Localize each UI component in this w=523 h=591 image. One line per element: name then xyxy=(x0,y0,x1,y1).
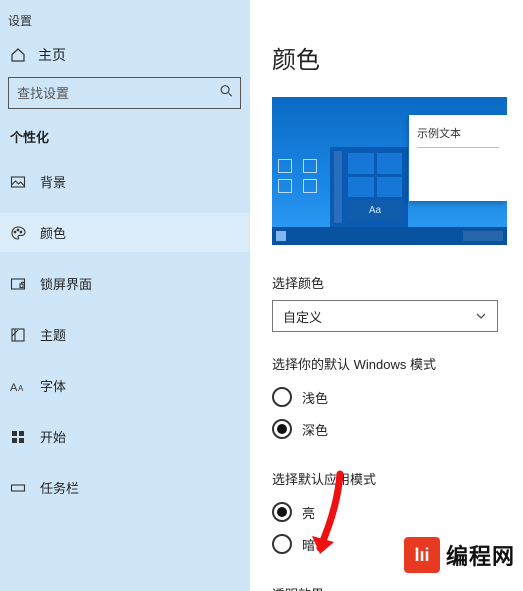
sidebar-item-label: 开始 xyxy=(40,427,66,446)
sidebar-item-label: 任务栏 xyxy=(40,478,79,497)
page-title: 颜色 xyxy=(272,40,523,75)
color-select[interactable]: 自定义 xyxy=(272,300,498,332)
watermark-text: 编程网 xyxy=(446,539,515,571)
sidebar-item-palette[interactable]: 颜色 xyxy=(0,213,249,252)
sidebar-item-label: 主题 xyxy=(40,325,66,344)
sidebar-item-label: 颜色 xyxy=(40,223,66,242)
home-icon xyxy=(10,47,26,63)
sidebar-item-taskbar[interactable]: 任务栏 xyxy=(0,468,249,507)
sidebar-item-theme[interactable]: 主题 xyxy=(0,315,249,354)
search-wrap xyxy=(8,77,241,109)
desktop-icons xyxy=(278,159,322,193)
windows-mode-group-option[interactable]: 浅色 xyxy=(272,381,523,413)
sidebar-home-label: 主页 xyxy=(38,45,66,65)
sidebar: 设置 主页 个性化 背景颜色锁屏界面主题 AA 字体开始任务栏 xyxy=(0,0,250,591)
windows-mode-label: 选择你的默认 Windows 模式 xyxy=(272,354,523,373)
preview-thumbnail: Aa 示例文本 xyxy=(272,97,507,245)
radio-label: 浅色 xyxy=(302,388,328,407)
sidebar-item-font[interactable]: AA 字体 xyxy=(0,366,249,405)
sidebar-item-start[interactable]: 开始 xyxy=(0,417,249,456)
radio-label: 暗 xyxy=(302,535,315,554)
radio-icon xyxy=(272,419,292,439)
transparency-label: 透明效果 xyxy=(272,584,523,591)
search-icon xyxy=(219,84,233,103)
lockscreen-icon xyxy=(10,276,26,292)
sidebar-item-label: 字体 xyxy=(40,376,66,395)
radio-icon xyxy=(272,387,292,407)
chevron-down-icon xyxy=(475,310,487,322)
preview-window-text: 示例文本 xyxy=(417,128,461,140)
radio-icon xyxy=(272,502,292,522)
app-mode-label: 选择默认应用模式 xyxy=(272,469,523,488)
sidebar-item-label: 背景 xyxy=(40,172,66,191)
sidebar-home[interactable]: 主页 xyxy=(0,39,249,77)
sidebar-item-picture[interactable]: 背景 xyxy=(0,162,249,201)
taskbar-icon xyxy=(10,480,26,496)
color-select-value: 自定义 xyxy=(283,307,322,326)
color-select-label: 选择颜色 xyxy=(272,273,523,292)
preview-window: 示例文本 xyxy=(409,115,507,201)
windows-mode-group-option[interactable]: 深色 xyxy=(272,413,523,445)
radio-label: 亮 xyxy=(302,503,315,522)
radio-icon xyxy=(272,534,292,554)
picture-icon xyxy=(10,174,26,190)
radio-label: 深色 xyxy=(302,420,328,439)
section-header: 个性化 xyxy=(0,123,249,162)
app-title: 设置 xyxy=(0,12,249,39)
preview-tile-aa: Aa xyxy=(348,200,402,221)
windows-mode-group: 浅色深色 xyxy=(272,381,523,445)
settings-app: 设置 主页 个性化 背景颜色锁屏界面主题AA字体开始任务栏 颜色 xyxy=(0,0,523,591)
app-mode-group-option[interactable]: 亮 xyxy=(272,496,523,528)
sidebar-item-lockscreen[interactable]: 锁屏界面 xyxy=(0,264,249,303)
start-icon xyxy=(10,429,26,445)
sidebar-item-label: 锁屏界面 xyxy=(40,274,92,293)
watermark: lıi 编程网 xyxy=(404,537,515,573)
svg-text:A: A xyxy=(10,382,18,394)
font-icon: AA xyxy=(10,378,26,394)
palette-icon xyxy=(10,225,26,241)
theme-icon xyxy=(10,327,26,343)
search-input[interactable] xyxy=(8,77,241,109)
preview-taskbar xyxy=(272,227,507,245)
watermark-badge: lıi xyxy=(404,537,440,573)
preview-startmenu: Aa xyxy=(330,147,408,227)
main-panel: 颜色 Aa 示例文本 选择颜色 自定义 xyxy=(250,0,523,591)
svg-text:A: A xyxy=(18,384,24,393)
